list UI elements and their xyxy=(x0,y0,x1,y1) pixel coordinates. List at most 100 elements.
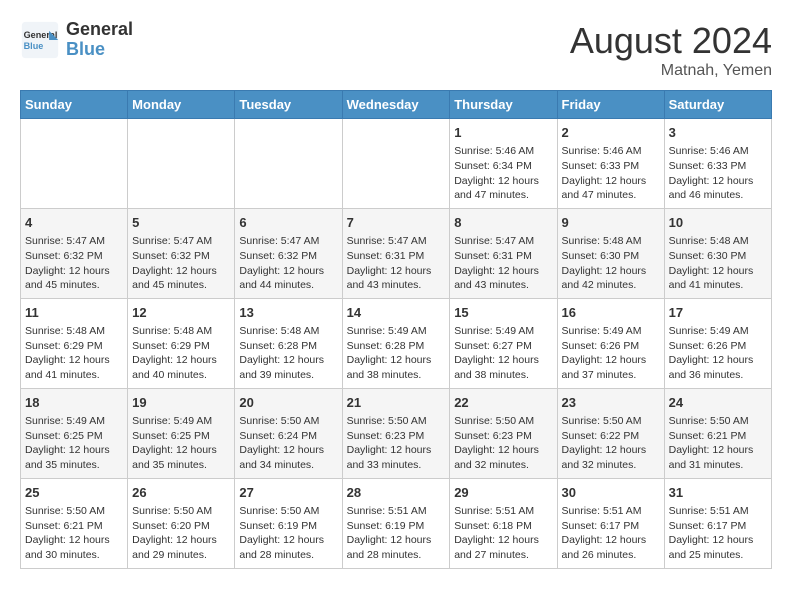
header-cell-wednesday: Wednesday xyxy=(342,91,450,119)
day-info: Sunrise: 5:51 AM Sunset: 6:17 PM Dayligh… xyxy=(562,504,660,563)
day-info: Sunrise: 5:51 AM Sunset: 6:17 PM Dayligh… xyxy=(669,504,767,563)
day-info: Sunrise: 5:50 AM Sunset: 6:23 PM Dayligh… xyxy=(347,414,446,473)
day-cell: 10 Sunrise: 5:48 AM Sunset: 6:30 PM Dayli… xyxy=(664,208,771,298)
day-info: Sunrise: 5:47 AM Sunset: 6:32 PM Dayligh… xyxy=(239,234,337,293)
week-row-1: 1 Sunrise: 5:46 AM Sunset: 6:34 PM Daylig… xyxy=(21,119,772,209)
day-number: 22 xyxy=(454,394,552,412)
day-number: 23 xyxy=(562,394,660,412)
calendar-subtitle: Matnah, Yemen xyxy=(570,62,772,80)
day-cell: 5 Sunrise: 5:47 AM Sunset: 6:32 PM Daylig… xyxy=(128,208,235,298)
day-info: Sunrise: 5:48 AM Sunset: 6:28 PM Dayligh… xyxy=(239,324,337,383)
day-info: Sunrise: 5:49 AM Sunset: 6:26 PM Dayligh… xyxy=(562,324,660,383)
day-info: Sunrise: 5:49 AM Sunset: 6:28 PM Dayligh… xyxy=(347,324,446,383)
header-cell-thursday: Thursday xyxy=(450,91,557,119)
day-cell: 13Sunrise: 5:48 AM Sunset: 6:28 PM Dayli… xyxy=(235,298,342,388)
day-cell: 22 Sunrise: 5:50 AM Sunset: 6:23 PM Dayli… xyxy=(450,388,557,478)
day-number: 16 xyxy=(562,304,660,322)
day-number: 26 xyxy=(132,484,230,502)
week-row-4: 18 Sunrise: 5:49 AM Sunset: 6:25 PM Dayli… xyxy=(21,388,772,478)
day-info: Sunrise: 5:50 AM Sunset: 6:19 PM Dayligh… xyxy=(239,504,337,563)
day-number: 9 xyxy=(562,214,660,232)
header-cell-friday: Friday xyxy=(557,91,664,119)
day-number: 21 xyxy=(347,394,446,412)
day-number: 3 xyxy=(669,124,767,142)
day-cell xyxy=(128,119,235,209)
day-info: Sunrise: 5:47 AM Sunset: 6:31 PM Dayligh… xyxy=(454,234,552,293)
day-cell: 23 Sunrise: 5:50 AM Sunset: 6:22 PM Dayli… xyxy=(557,388,664,478)
day-info: Sunrise: 5:47 AM Sunset: 6:31 PM Dayligh… xyxy=(347,234,446,293)
calendar-title: August 2024 xyxy=(570,20,772,62)
header-row: SundayMondayTuesdayWednesdayThursdayFrid… xyxy=(21,91,772,119)
day-number: 6 xyxy=(239,214,337,232)
day-cell: 20Sunrise: 5:50 AM Sunset: 6:24 PM Dayli… xyxy=(235,388,342,478)
day-info: Sunrise: 5:49 AM Sunset: 6:27 PM Dayligh… xyxy=(454,324,552,383)
day-cell: 4 Sunrise: 5:47 AM Sunset: 6:32 PM Daylig… xyxy=(21,208,128,298)
logo-text: General Blue xyxy=(66,20,133,60)
day-info: Sunrise: 5:48 AM Sunset: 6:30 PM Dayligh… xyxy=(562,234,660,293)
day-cell: 7 Sunrise: 5:47 AM Sunset: 6:31 PM Daylig… xyxy=(342,208,450,298)
day-number: 28 xyxy=(347,484,446,502)
day-cell: 1 Sunrise: 5:46 AM Sunset: 6:34 PM Daylig… xyxy=(450,119,557,209)
day-info: Sunrise: 5:50 AM Sunset: 6:23 PM Dayligh… xyxy=(454,414,552,473)
day-info: Sunrise: 5:46 AM Sunset: 6:34 PM Dayligh… xyxy=(454,144,552,203)
week-row-3: 11Sunrise: 5:48 AM Sunset: 6:29 PM Dayli… xyxy=(21,298,772,388)
day-number: 19 xyxy=(132,394,230,412)
day-number: 10 xyxy=(669,214,767,232)
header-cell-monday: Monday xyxy=(128,91,235,119)
day-cell xyxy=(21,119,128,209)
day-cell: 26Sunrise: 5:50 AM Sunset: 6:20 PM Dayli… xyxy=(128,478,235,568)
day-info: Sunrise: 5:48 AM Sunset: 6:30 PM Dayligh… xyxy=(669,234,767,293)
day-info: Sunrise: 5:51 AM Sunset: 6:19 PM Dayligh… xyxy=(347,504,446,563)
day-info: Sunrise: 5:49 AM Sunset: 6:26 PM Dayligh… xyxy=(669,324,767,383)
day-number: 5 xyxy=(132,214,230,232)
logo: General Blue General Blue xyxy=(20,20,133,60)
day-info: Sunrise: 5:49 AM Sunset: 6:25 PM Dayligh… xyxy=(25,414,123,473)
day-cell: 29 Sunrise: 5:51 AM Sunset: 6:18 PM Dayli… xyxy=(450,478,557,568)
day-number: 31 xyxy=(669,484,767,502)
page-header: General Blue General Blue August 2024 Ma… xyxy=(20,20,772,80)
day-number: 14 xyxy=(347,304,446,322)
day-number: 15 xyxy=(454,304,552,322)
day-info: Sunrise: 5:47 AM Sunset: 6:32 PM Dayligh… xyxy=(25,234,123,293)
day-cell: 27 Sunrise: 5:50 AM Sunset: 6:19 PM Dayli… xyxy=(235,478,342,568)
day-number: 17 xyxy=(669,304,767,322)
day-cell: 24Sunrise: 5:50 AM Sunset: 6:21 PM Dayli… xyxy=(664,388,771,478)
day-cell: 11Sunrise: 5:48 AM Sunset: 6:29 PM Dayli… xyxy=(21,298,128,388)
day-cell: 18 Sunrise: 5:49 AM Sunset: 6:25 PM Dayli… xyxy=(21,388,128,478)
day-number: 27 xyxy=(239,484,337,502)
svg-text:Blue: Blue xyxy=(24,41,44,51)
day-number: 8 xyxy=(454,214,552,232)
day-number: 12 xyxy=(132,304,230,322)
day-info: Sunrise: 5:51 AM Sunset: 6:18 PM Dayligh… xyxy=(454,504,552,563)
day-cell: 3 Sunrise: 5:46 AM Sunset: 6:33 PM Daylig… xyxy=(664,119,771,209)
day-number: 7 xyxy=(347,214,446,232)
day-number: 4 xyxy=(25,214,123,232)
day-info: Sunrise: 5:46 AM Sunset: 6:33 PM Dayligh… xyxy=(669,144,767,203)
day-number: 18 xyxy=(25,394,123,412)
day-info: Sunrise: 5:46 AM Sunset: 6:33 PM Dayligh… xyxy=(562,144,660,203)
day-cell: 31 Sunrise: 5:51 AM Sunset: 6:17 PM Dayli… xyxy=(664,478,771,568)
week-row-5: 25Sunrise: 5:50 AM Sunset: 6:21 PM Dayli… xyxy=(21,478,772,568)
day-info: Sunrise: 5:50 AM Sunset: 6:22 PM Dayligh… xyxy=(562,414,660,473)
day-number: 29 xyxy=(454,484,552,502)
logo-icon: General Blue xyxy=(20,20,60,60)
day-cell: 2Sunrise: 5:46 AM Sunset: 6:33 PM Daylig… xyxy=(557,119,664,209)
title-block: August 2024 Matnah, Yemen xyxy=(570,20,772,80)
day-number: 24 xyxy=(669,394,767,412)
day-cell: 16 Sunrise: 5:49 AM Sunset: 6:26 PM Dayli… xyxy=(557,298,664,388)
header-cell-sunday: Sunday xyxy=(21,91,128,119)
day-number: 11 xyxy=(25,304,123,322)
day-info: Sunrise: 5:50 AM Sunset: 6:21 PM Dayligh… xyxy=(25,504,123,563)
day-cell: 17 Sunrise: 5:49 AM Sunset: 6:26 PM Dayli… xyxy=(664,298,771,388)
day-cell: 14 Sunrise: 5:49 AM Sunset: 6:28 PM Dayli… xyxy=(342,298,450,388)
week-row-2: 4 Sunrise: 5:47 AM Sunset: 6:32 PM Daylig… xyxy=(21,208,772,298)
day-cell: 28 Sunrise: 5:51 AM Sunset: 6:19 PM Dayli… xyxy=(342,478,450,568)
day-info: Sunrise: 5:49 AM Sunset: 6:25 PM Dayligh… xyxy=(132,414,230,473)
day-cell xyxy=(235,119,342,209)
day-number: 1 xyxy=(454,124,552,142)
header-cell-saturday: Saturday xyxy=(664,91,771,119)
day-cell: 30Sunrise: 5:51 AM Sunset: 6:17 PM Dayli… xyxy=(557,478,664,568)
day-cell: 15 Sunrise: 5:49 AM Sunset: 6:27 PM Dayli… xyxy=(450,298,557,388)
day-info: Sunrise: 5:47 AM Sunset: 6:32 PM Dayligh… xyxy=(132,234,230,293)
calendar-table: SundayMondayTuesdayWednesdayThursdayFrid… xyxy=(20,90,772,569)
